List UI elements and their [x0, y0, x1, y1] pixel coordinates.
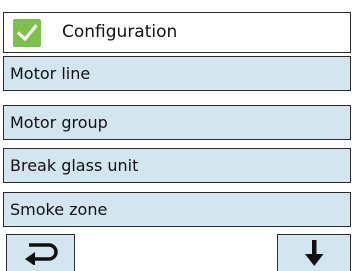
return-arrow-icon [24, 243, 58, 265]
menu-item-smoke-zone[interactable]: Smoke zone [3, 192, 351, 227]
down-arrow-icon [305, 240, 324, 266]
scroll-down-button[interactable] [277, 234, 351, 271]
configuration-screen: Configuration Motor line Motor group Bre… [0, 0, 354, 271]
menu-item-motor-line[interactable]: Motor line [3, 56, 351, 91]
menu-item-break-glass-unit[interactable]: Break glass unit [3, 148, 351, 183]
checkmark-icon [16, 24, 38, 42]
back-button[interactable] [6, 234, 75, 271]
header-bar: Configuration [3, 12, 351, 53]
menu-item-motor-group[interactable]: Motor group [3, 105, 351, 140]
checkbox-checked-icon[interactable] [13, 19, 41, 47]
page-title: Configuration [62, 22, 178, 42]
